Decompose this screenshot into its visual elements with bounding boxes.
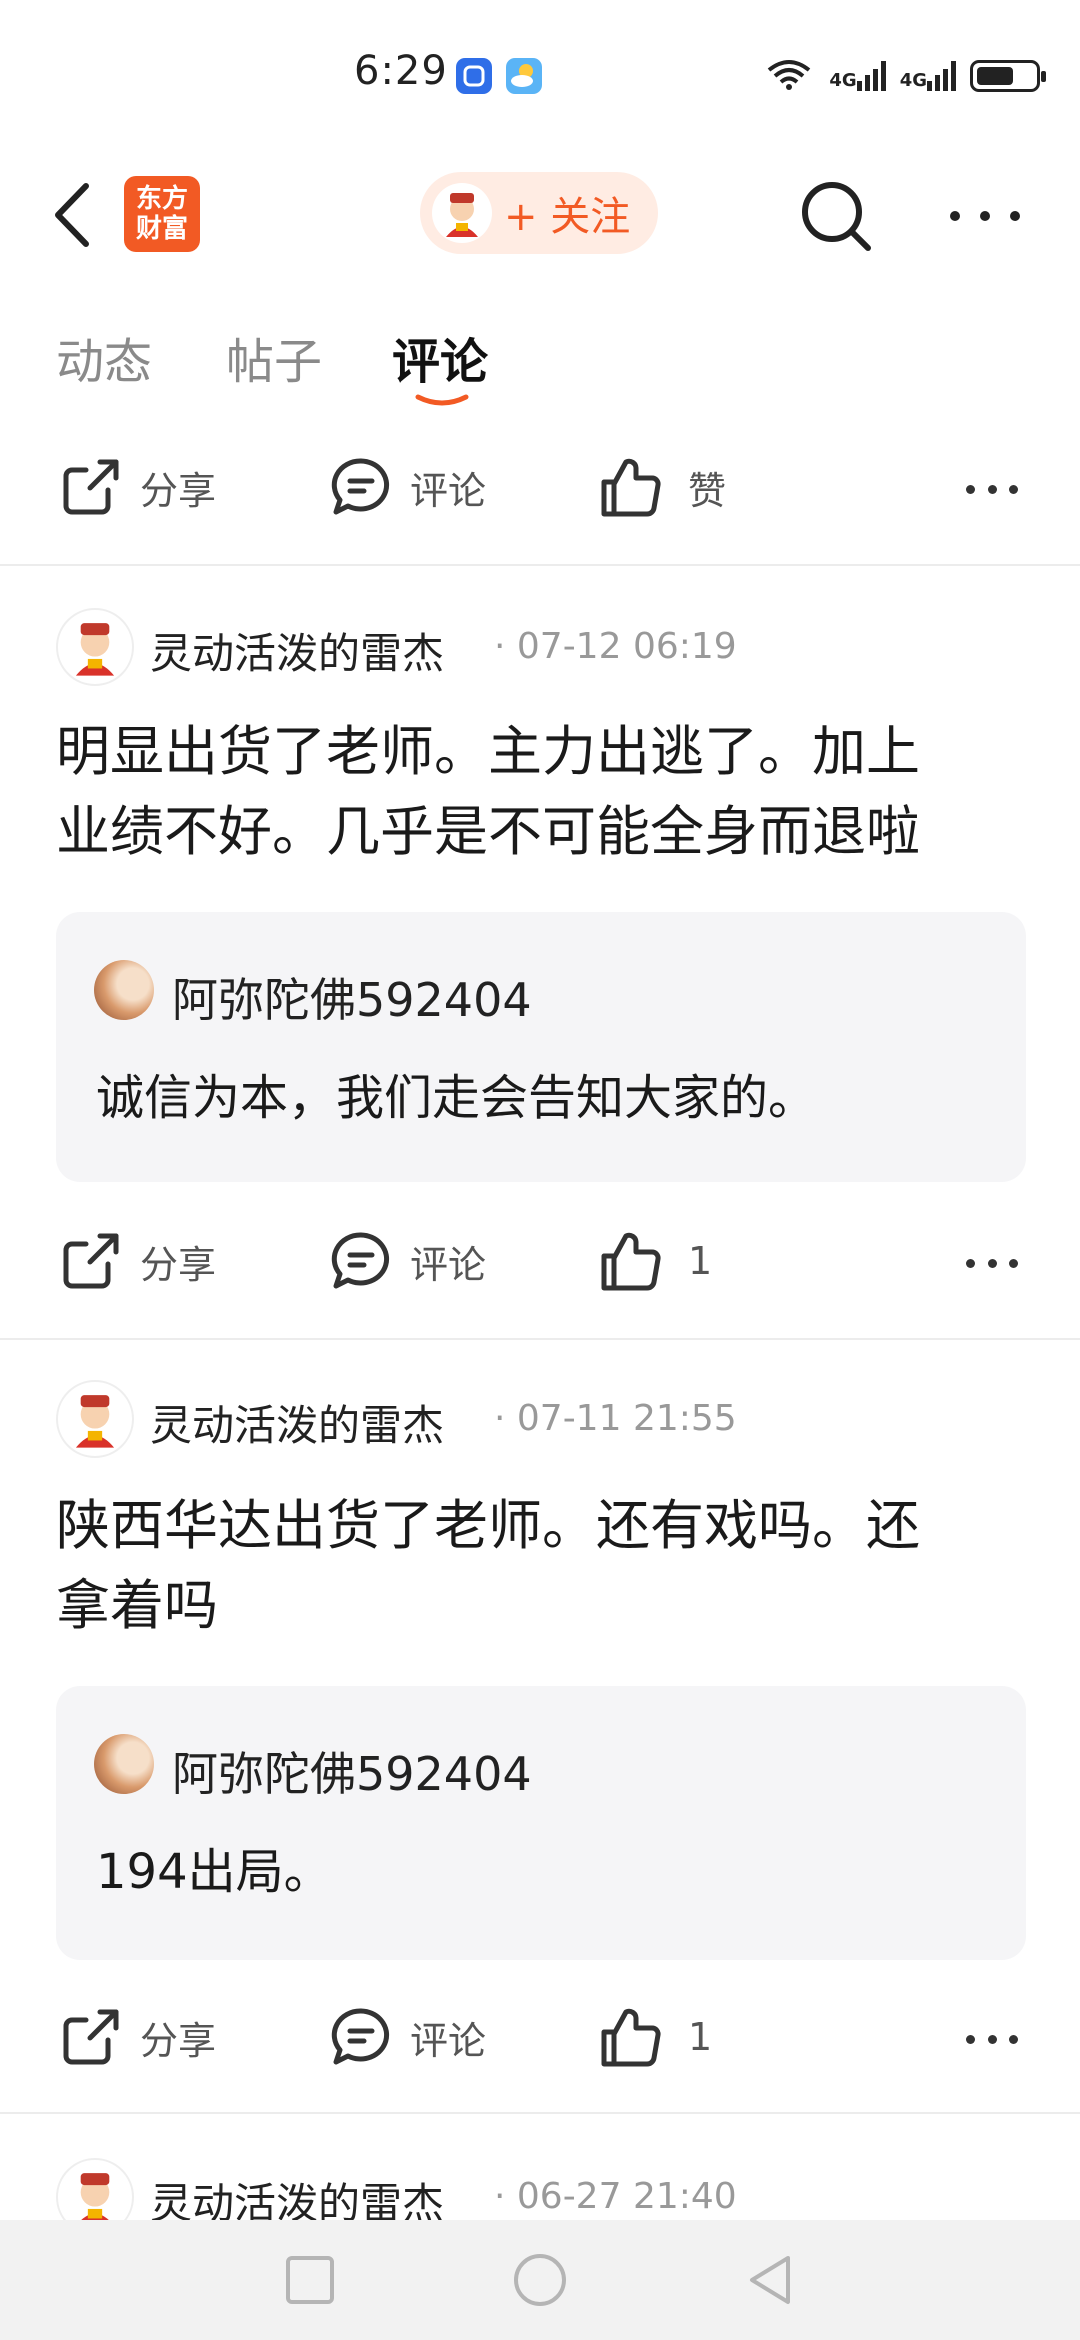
dot	[987, 484, 997, 494]
thumbs-up-icon	[601, 458, 661, 517]
status-time: 6:29	[354, 48, 448, 94]
dot	[1009, 484, 1018, 494]
replier-avatar	[94, 960, 154, 1020]
replier-avatar	[94, 1734, 154, 1794]
follow-button[interactable]: + 关注	[420, 172, 658, 254]
back-button[interactable]	[48, 180, 98, 250]
like-button[interactable]: 赞	[600, 456, 726, 518]
tab-pinglun[interactable]: 评论	[392, 322, 488, 392]
active-tab-indicator	[414, 392, 470, 406]
search-button[interactable]	[796, 176, 876, 256]
search-icon	[802, 182, 871, 251]
app-notification-icon	[456, 58, 492, 94]
chevron-left-icon	[55, 183, 89, 247]
back-nav-button[interactable]	[742, 2252, 798, 2308]
dot	[987, 2034, 997, 2044]
comment-bubble-icon	[331, 458, 390, 515]
like-button[interactable]: 1	[600, 1230, 712, 1292]
reply-box[interactable]: 阿弥陀佛592404 194出局。	[56, 1686, 1026, 1960]
wifi-icon	[763, 56, 815, 96]
triangle-back-icon	[750, 2256, 790, 2304]
commenter-name[interactable]: 灵动活泼的雷杰	[150, 620, 444, 681]
comment-bubble-icon	[331, 1232, 390, 1289]
comment-timestamp: · 07-12 06:19	[494, 626, 737, 667]
home-button[interactable]	[512, 2252, 568, 2308]
like-button[interactable]: 1	[600, 2006, 712, 2068]
replier-name[interactable]: 阿弥陀佛592404	[172, 1738, 532, 1804]
share-icon	[63, 2009, 119, 2065]
recent-apps-button[interactable]	[282, 2252, 338, 2308]
battery-level	[977, 67, 1014, 85]
fortune-god-avatar-icon	[75, 623, 115, 676]
dot	[1009, 1258, 1018, 1268]
share-button[interactable]: 分享	[60, 1230, 216, 1292]
divider	[0, 2112, 1080, 2114]
dot	[950, 211, 960, 221]
follow-label: + 关注	[504, 194, 631, 240]
divider	[0, 564, 1080, 566]
circle-icon	[514, 2254, 566, 2306]
tab-tiezi[interactable]: 帖子	[226, 322, 322, 392]
fortune-god-avatar-icon	[446, 193, 478, 237]
commenter-avatar[interactable]	[56, 1380, 134, 1458]
share-icon	[63, 459, 119, 515]
dot	[966, 484, 975, 494]
reply-text: 诚信为本，我们走会告知大家的。	[96, 1070, 817, 1126]
square-icon	[286, 2256, 334, 2304]
reply-box[interactable]: 阿弥陀佛592404 诚信为本，我们走会告知大家的。	[56, 912, 1026, 1182]
signal-bars-icon	[856, 61, 886, 91]
comment-timestamp: · 06-27 21:40	[494, 2176, 737, 2217]
dot	[966, 2034, 975, 2044]
status-right: 4G 4G	[763, 56, 1046, 96]
thumbs-up-icon	[601, 2008, 661, 2067]
signal-1: 4G	[829, 61, 886, 91]
more-options-button[interactable]	[966, 2032, 1018, 2046]
dot	[1010, 211, 1020, 221]
comment-bubble-icon	[331, 2008, 390, 2065]
share-icon	[63, 1233, 119, 1289]
share-button[interactable]: 分享	[60, 456, 216, 518]
battery-icon	[970, 60, 1046, 92]
comment-timestamp: · 07-11 21:55	[494, 1398, 737, 1439]
commenter-name[interactable]: 灵动活泼的雷杰	[150, 1392, 444, 1453]
like-count: 1	[688, 1239, 713, 1283]
share-button[interactable]: 分享	[60, 2006, 216, 2068]
comment-button[interactable]: 评论	[330, 2006, 486, 2068]
divider	[0, 1338, 1080, 1340]
signal-2: 4G	[900, 61, 956, 91]
more-options-button[interactable]	[950, 196, 1020, 236]
reply-text: 194出局。	[96, 1844, 332, 1900]
commenter-avatar[interactable]	[56, 608, 134, 686]
dot	[987, 1258, 997, 1268]
comment-button[interactable]: 评论	[330, 1230, 486, 1292]
comment-text: 明显出货了老师。主力出逃了。加上 业绩不好。几乎是不可能全身而退啦	[56, 720, 920, 863]
comment-button[interactable]: 评论	[330, 456, 486, 518]
weather-icon	[506, 58, 542, 94]
replier-name[interactable]: 阿弥陀佛592404	[172, 964, 532, 1030]
more-options-button[interactable]	[966, 482, 1018, 496]
tab-dongtai[interactable]: 动态	[56, 322, 152, 392]
dot	[966, 1258, 975, 1268]
thumbs-up-icon	[601, 1232, 661, 1291]
comment-text: 陕西华达出货了老师。还有戏吗。还 拿着吗	[56, 1494, 920, 1637]
fortune-god-avatar-icon	[75, 2173, 115, 2226]
user-avatar	[432, 183, 492, 243]
dot	[1009, 2034, 1018, 2044]
signal-bars-icon	[927, 61, 956, 91]
fortune-god-avatar-icon	[75, 1395, 115, 1448]
like-count: 1	[688, 2015, 713, 2059]
dot	[980, 211, 990, 221]
more-options-button[interactable]	[966, 1256, 1018, 1270]
app-logo: 东方 财富	[124, 176, 200, 252]
